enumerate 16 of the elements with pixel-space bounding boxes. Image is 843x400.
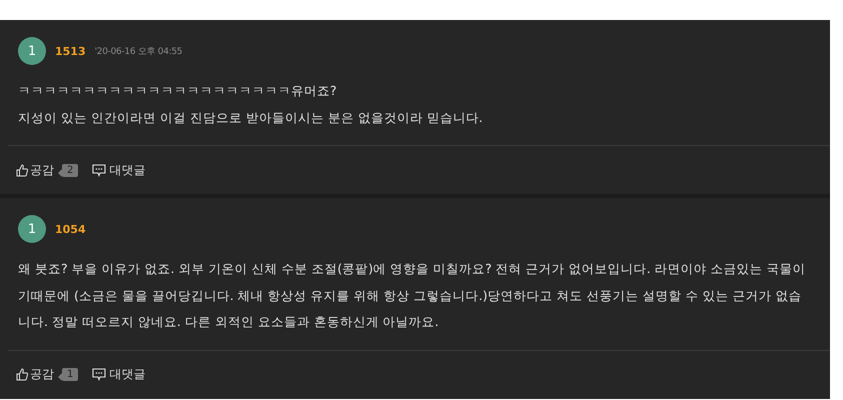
reply-button[interactable]: 대댓글 xyxy=(109,162,146,178)
avatar-badge: 1 xyxy=(18,37,46,65)
thumbs-up-icon xyxy=(16,368,28,381)
reply-button[interactable]: 대댓글 xyxy=(109,366,146,383)
comment-text: 지성이 있는 인간이라면 이걸 진담으로 받아들이시는 분은 없을것이라 믿습니다. xyxy=(18,108,484,126)
author-name[interactable]: 1513 xyxy=(55,44,86,58)
like-button[interactable]: 공감 xyxy=(30,162,54,178)
author-name[interactable]: 1054 xyxy=(55,222,86,236)
thumbs-up-icon xyxy=(16,164,28,176)
comment-text: 왜 붓죠? 부을 이유가 없죠. 외부 기온이 신체 수분 조절(콩팥)에 영향을 미칠까요? 전혀 근거가 없어보입니다. 라면이야 소금있는 국물이기때문에 (소금은 물을 끌어당깁니다. 체내 항상성 유지를 위해 항상 그렇습니다.)당연하다고 쳐도 선풍기는 설명할 수 있는 근거가 없습니다. 정말 떠오르지 않네요. 다른 외적인 요소들과 혼동하신게 아닐까요. xyxy=(18,260,807,331)
like-button[interactable]: 공감 xyxy=(30,366,54,383)
comment-text: ㅋㅋㅋㅋㅋㅋㅋㅋㅋㅋㅋㅋㅋㅋㅋㅋㅋㅋㅋㅋㅋ유머죠? xyxy=(18,82,338,100)
speech-bubble-icon xyxy=(92,368,106,381)
speech-bubble-icon xyxy=(92,164,106,176)
comment-date: '20-06-16 오후 04:55 xyxy=(94,46,182,58)
avatar-badge: 1 xyxy=(18,215,46,243)
